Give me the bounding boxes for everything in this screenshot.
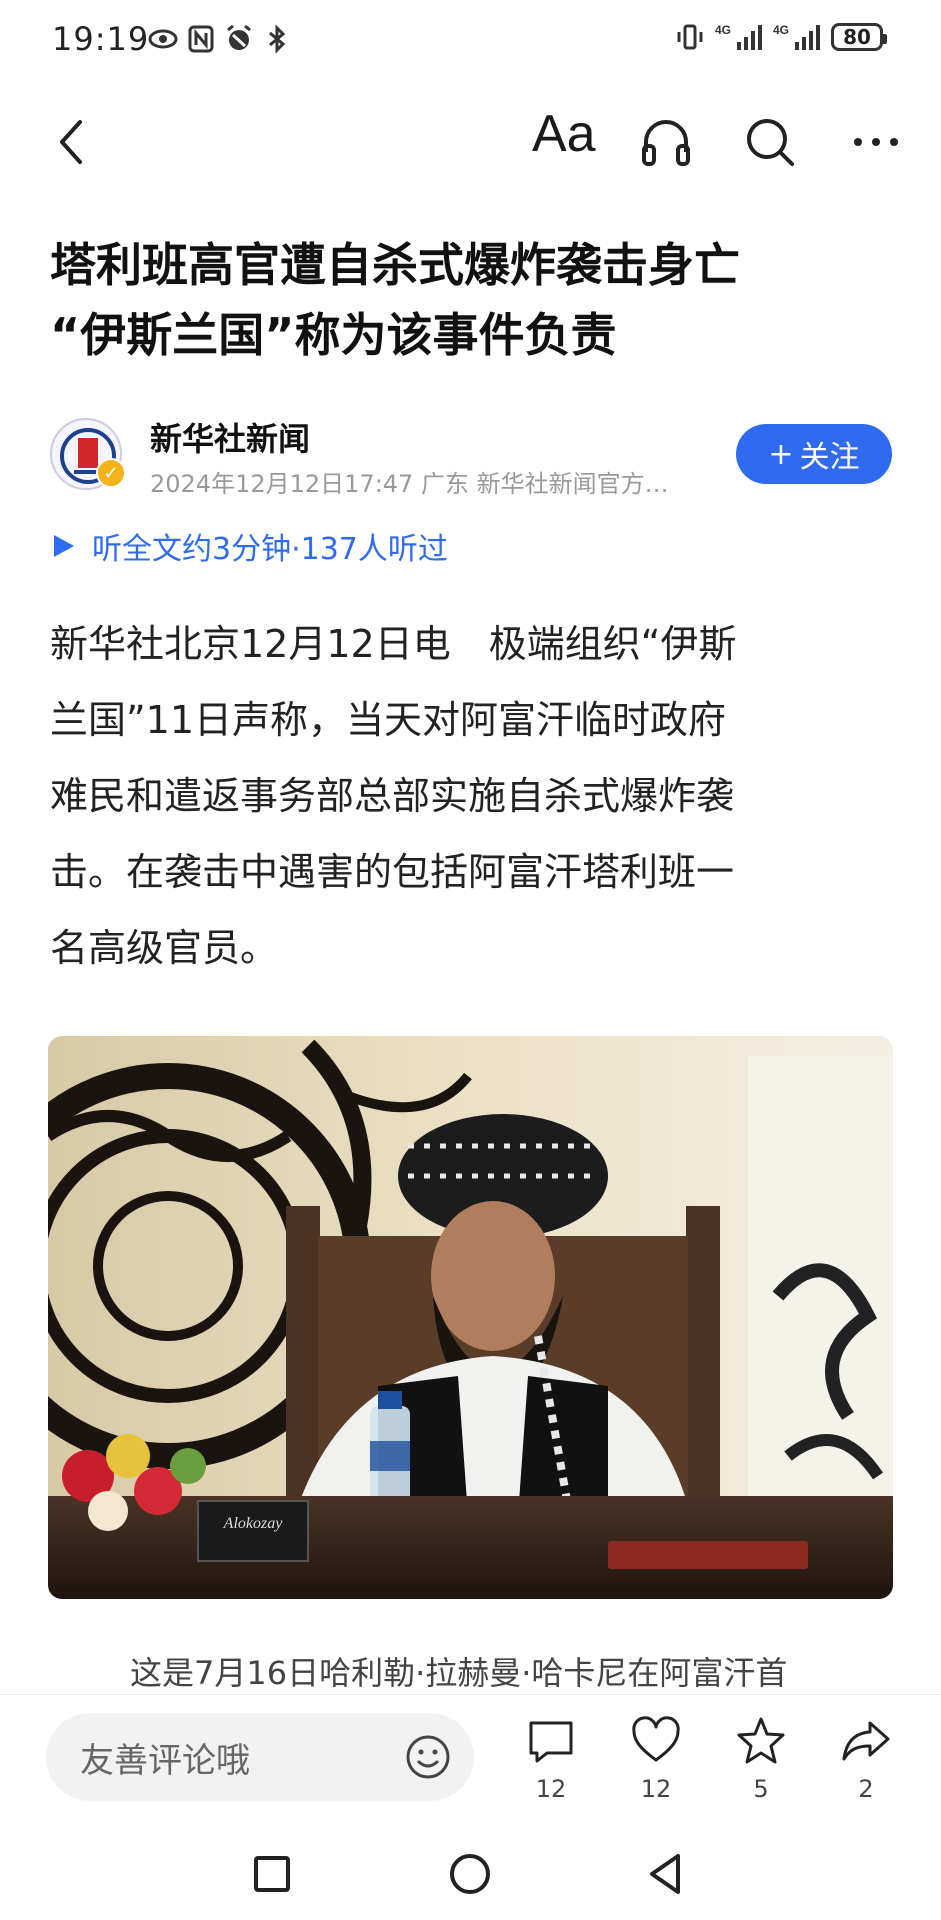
emoji-icon[interactable] (404, 1733, 452, 1781)
favorite-action[interactable]: 5 (716, 1713, 806, 1803)
home-icon[interactable] (446, 1850, 494, 1898)
vibrate-icon (677, 24, 703, 50)
svg-text:4G: 4G (715, 23, 731, 37)
listen-row[interactable]: 听全文约3分钟·137人听过 (50, 524, 448, 568)
share-icon (842, 1721, 890, 1761)
star-icon (737, 1717, 785, 1764)
svg-text:4G: 4G (773, 23, 789, 37)
headphone-icon[interactable] (636, 112, 696, 172)
more-icon[interactable] (846, 112, 906, 172)
like-count: 12 (640, 1775, 672, 1803)
article-photo: Alokozay (48, 1036, 893, 1599)
battery-indicator: 80 (831, 23, 887, 51)
top-nav: Aa (0, 96, 941, 188)
article-title: 塔利班高官遭自杀式爆炸袭击身亡 “伊斯兰国”称为该事件负责 (50, 230, 900, 370)
article-body: 新华社北京12月12日电 极端组织“伊斯 兰国”11日声称，当天对阿富汗临时政府… (50, 622, 737, 970)
system-nav (0, 1824, 941, 1920)
verified-badge-icon: ✓ (96, 458, 126, 488)
image-caption: 这是7月16日哈利勒·拉赫曼·哈卡尼在阿富汗首 (130, 1654, 788, 1692)
like-action[interactable]: 12 (611, 1713, 701, 1803)
status-bar: 19:19 4G 4G 80 (0, 0, 941, 80)
author-name[interactable]: 新华社新闻 (150, 414, 310, 460)
bluetooth-icon (269, 24, 286, 54)
comment-action[interactable]: 12 (506, 1713, 596, 1803)
status-icons-left (148, 24, 292, 54)
back-icon[interactable] (46, 114, 102, 170)
comment-placeholder: 友善评论哦 (80, 1740, 250, 1781)
comment-count: 12 (535, 1775, 567, 1803)
article-image[interactable]: Alokozay (48, 1036, 893, 1599)
play-icon (54, 535, 74, 557)
article-title-line1: 塔利班高官遭自杀式爆炸袭击身亡 (50, 238, 740, 292)
recent-apps-icon[interactable] (248, 1850, 296, 1898)
favorite-count: 5 (753, 1775, 769, 1803)
alarm-icon (227, 24, 251, 50)
signal-4g-icon: 4G (715, 23, 762, 50)
back-nav-icon[interactable] (642, 1850, 690, 1898)
comment-input[interactable]: 友善评论哦 (46, 1713, 474, 1801)
signal-4g-icon-2: 4G (773, 23, 820, 50)
status-time: 19:19 (52, 20, 150, 58)
follow-button[interactable]: + 关注 (736, 424, 892, 484)
status-icons-right: 4G 4G 80 (675, 22, 887, 52)
nfc-icon (188, 25, 214, 53)
share-action[interactable]: 2 (821, 1713, 911, 1803)
eye-icon (148, 29, 178, 49)
search-icon[interactable] (740, 112, 800, 172)
share-count: 2 (858, 1775, 874, 1803)
nameplate-text: Alokozay (223, 1515, 284, 1532)
listen-text: 听全文约3分钟·137人听过 (92, 532, 448, 567)
comment-icon (529, 1721, 573, 1763)
article-title-line2: “伊斯兰国”称为该事件负责 (50, 308, 617, 362)
follow-label: 关注 (799, 440, 860, 475)
heart-icon (632, 1716, 680, 1762)
bottom-bar: 友善评论哦 12 12 5 2 (0, 1694, 941, 1824)
font-size-button[interactable]: Aa (532, 104, 596, 164)
plus-icon: + (768, 436, 794, 472)
author-meta: 2024年12月12日17:47 广东 新华社新闻官方… (150, 470, 669, 498)
